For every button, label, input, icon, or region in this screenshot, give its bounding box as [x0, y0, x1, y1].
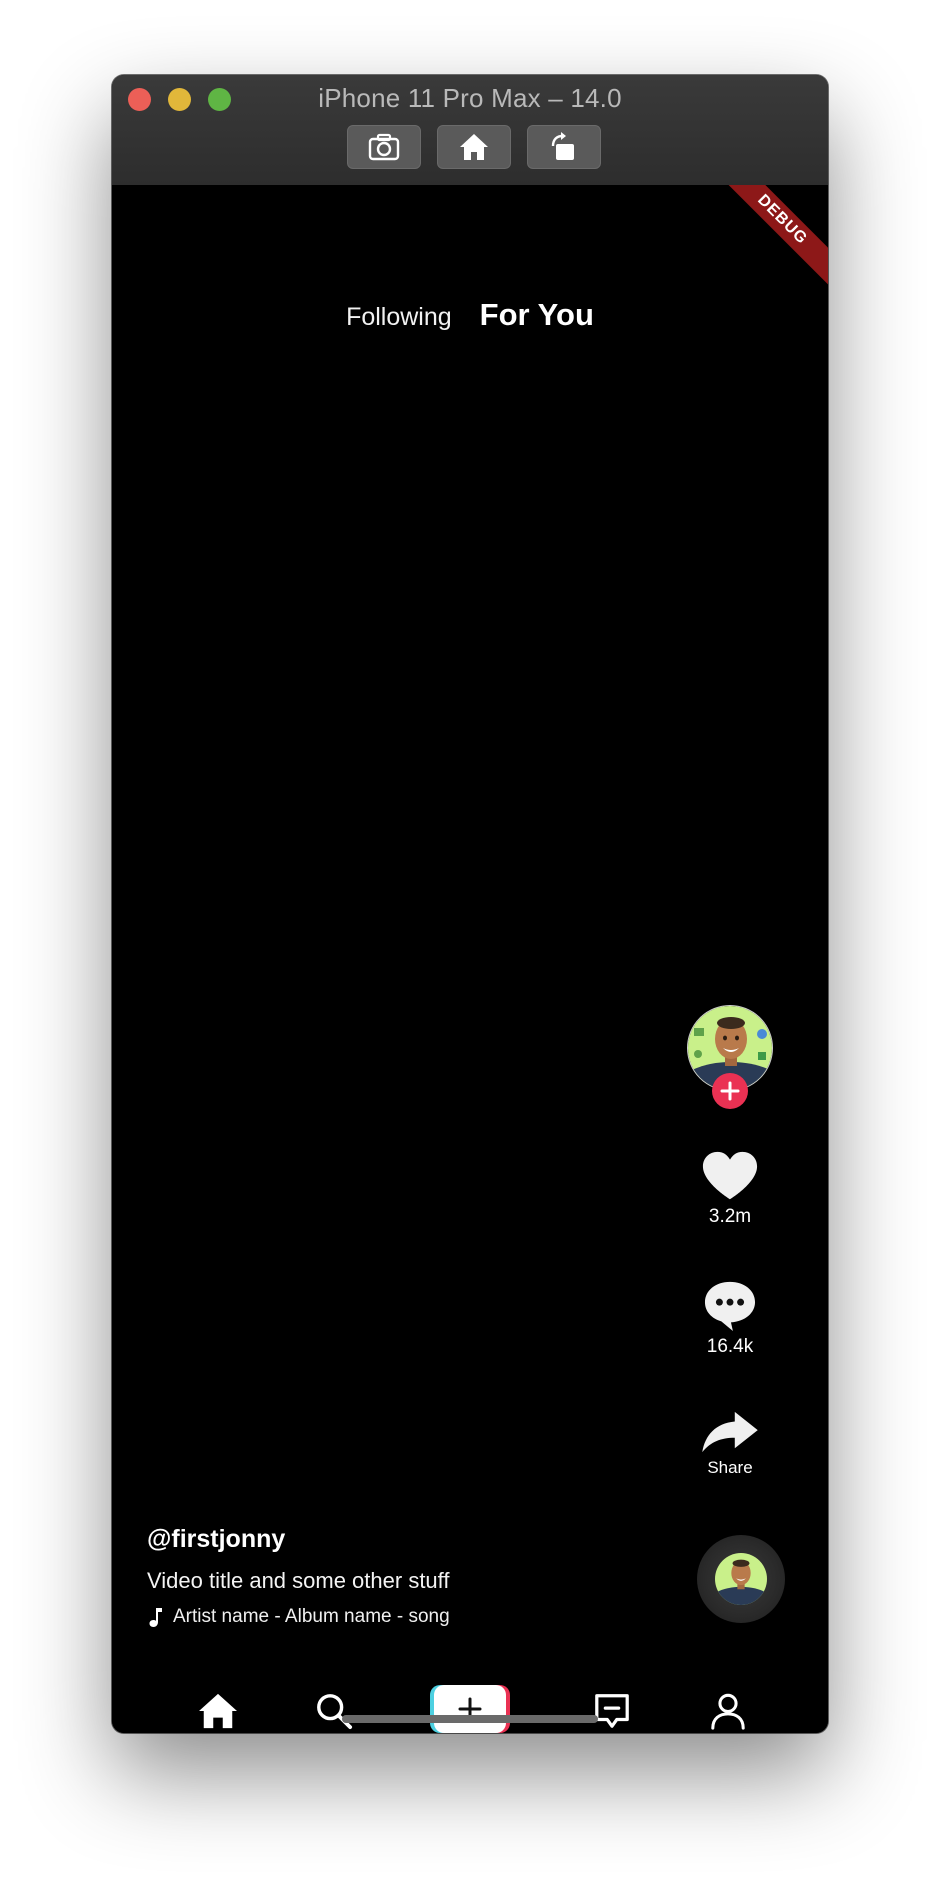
- home-indicator[interactable]: [342, 1715, 598, 1723]
- nav-profile[interactable]: [702, 1685, 754, 1733]
- plus-icon: [720, 1081, 740, 1101]
- follow-button[interactable]: [712, 1073, 748, 1109]
- video-title: Video title and some other stuff: [147, 1568, 450, 1593]
- post-info: @firstjonny Video title and some other s…: [147, 1525, 450, 1628]
- creator-avatar-button[interactable]: [682, 1005, 778, 1109]
- screenshot-button[interactable]: [347, 125, 421, 169]
- nav-search[interactable]: [308, 1685, 360, 1733]
- tab-following[interactable]: Following: [346, 303, 452, 332]
- rotate-icon: [551, 132, 574, 160]
- comment-icon: [704, 1281, 756, 1332]
- house-icon: [460, 134, 488, 160]
- share-label: Share: [707, 1458, 753, 1477]
- search-icon: [317, 1694, 353, 1730]
- feed-tabs: Following For You: [112, 297, 828, 333]
- song-label: Artist name - Album name - song: [173, 1606, 450, 1627]
- home-button[interactable]: [437, 125, 511, 169]
- window-title: iPhone 11 Pro Max – 14.0: [318, 83, 622, 113]
- like-button[interactable]: 3.2m: [682, 1150, 778, 1228]
- home-icon: [199, 1693, 237, 1729]
- heart-icon: [702, 1151, 758, 1200]
- music-disc[interactable]: [697, 1535, 785, 1623]
- song-info[interactable]: Artist name - Album name - song: [147, 1606, 450, 1628]
- app-screen: DEBUG Following For You 3.2m 16.4k Share…: [112, 185, 828, 1733]
- title-bar: iPhone 11 Pro Max – 14.0: [112, 75, 828, 186]
- profile-icon: [711, 1693, 745, 1730]
- debug-banner: DEBUG: [716, 185, 828, 286]
- comment-count: 16.4k: [706, 1336, 754, 1357]
- music-note-icon: [149, 1608, 162, 1627]
- like-count: 3.2m: [708, 1206, 752, 1227]
- username[interactable]: @firstjonny: [147, 1525, 450, 1554]
- rotate-button[interactable]: [527, 125, 601, 169]
- inbox-icon: [595, 1694, 629, 1728]
- tab-for-you[interactable]: For You: [480, 297, 594, 333]
- nav-home[interactable]: [192, 1685, 244, 1733]
- comment-button[interactable]: 16.4k: [682, 1280, 778, 1358]
- camera-icon: [368, 133, 400, 161]
- nav-inbox[interactable]: [586, 1685, 638, 1733]
- disc-avatar-image: [715, 1553, 767, 1605]
- create-button[interactable]: [430, 1685, 510, 1733]
- share-button[interactable]: Share: [682, 1410, 778, 1478]
- simulator-window: iPhone 11 Pro Max – 14.0 DEBUG Following: [112, 75, 828, 1733]
- share-icon: [702, 1411, 758, 1453]
